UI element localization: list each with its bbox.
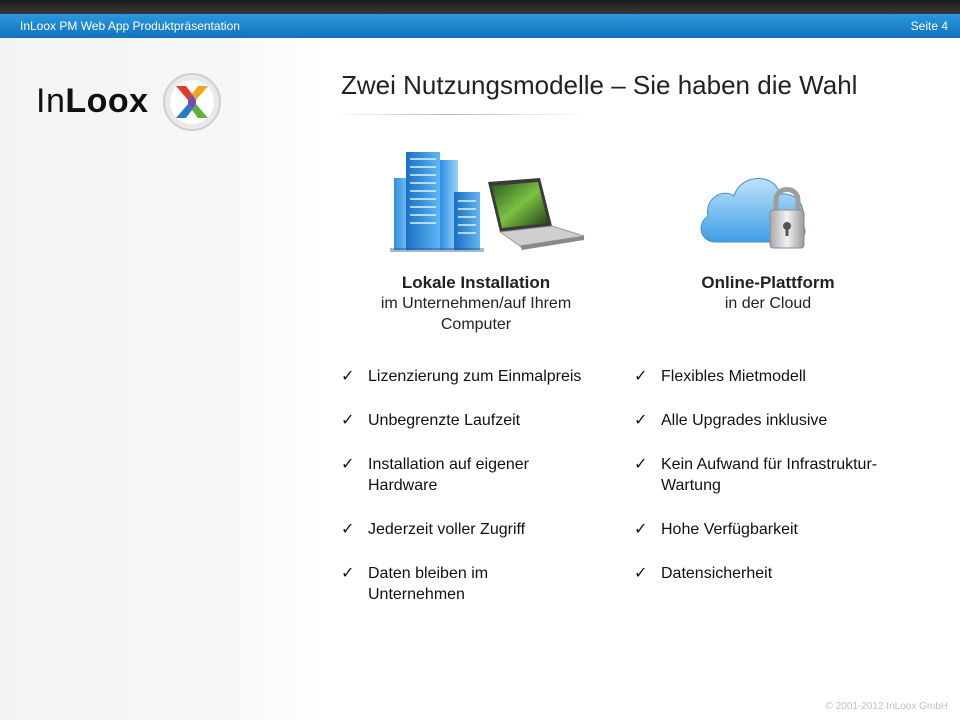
top-dark-strip (0, 0, 960, 14)
list-item: ✓ Daten bleiben im Unternehmen (341, 565, 489, 603)
checkmark-icon: ✓ (634, 456, 648, 473)
list-item: ✓ Unbegrenzte Laufzeit (341, 412, 521, 429)
checkmark-icon: ✓ (341, 368, 355, 385)
left-gradient-panel (0, 38, 322, 720)
list-item: ✓ Lizenzierung zum Einmalpreis (341, 368, 582, 385)
checkmark-icon: ✓ (341, 456, 355, 473)
list-item: ✓ Datensicherheit (634, 565, 773, 582)
column-heading: Online-Plattform (701, 273, 835, 292)
list-item: ✓ Installation auf eigener Hardware (341, 456, 529, 494)
inloox-logo: InLoox (36, 72, 226, 132)
copyright-footer: © 2001-2012 InLoox GmbH (825, 701, 948, 712)
column-subheading: im Unternehmen/auf Ihrem Computer (380, 295, 572, 333)
checkmark-icon: ✓ (634, 521, 648, 538)
checkmark-icon: ✓ (341, 565, 355, 582)
feature-list-online: ✓ Flexibles Mietmodell ✓ Alle Upgrades ink… (631, 366, 891, 607)
feature-list-local: ✓ Lizenzierung zum Einmalpreis ✓ Unbegrenz… (338, 366, 588, 628)
list-item: ✓ Jederzeit voller Zugriff (341, 521, 526, 538)
column-subheading: in der Cloud (724, 295, 812, 312)
column-local-installation-header: Lokale Installation im Unternehmen/auf I… (356, 273, 596, 335)
list-item: ✓ Kein Aufwand für Infrastruktur-Wartung (634, 456, 878, 494)
checkmark-icon: ✓ (341, 521, 355, 538)
header-bar: InLoox PM Web App Produktpräsentation Se… (0, 14, 960, 38)
list-item: ✓ Flexibles Mietmodell (634, 368, 806, 385)
logo-wordmark: InLoox (36, 82, 149, 120)
slide-title: Zwei Nutzungsmodelle – Sie haben die Wah… (341, 70, 858, 100)
page-number: Seite 4 (910, 19, 948, 33)
checkmark-icon: ✓ (634, 565, 648, 582)
inloox-x-icon (163, 73, 221, 131)
office-building-laptop-icon (390, 152, 585, 252)
column-online-platform-header: Online-Plattform in der Cloud (648, 273, 888, 314)
presentation-title: InLoox PM Web App Produktpräsentation (20, 19, 240, 33)
checkmark-icon: ✓ (341, 412, 355, 429)
checkmark-icon: ✓ (634, 368, 648, 385)
list-item: ✓ Hohe Verfügbarkeit (634, 521, 798, 538)
list-item: ✓ Alle Upgrades inklusive (634, 412, 828, 429)
cloud-padlock-icon (700, 178, 806, 249)
checkmark-icon: ✓ (634, 412, 648, 429)
title-underline (336, 114, 586, 115)
column-heading: Lokale Installation (401, 273, 551, 292)
